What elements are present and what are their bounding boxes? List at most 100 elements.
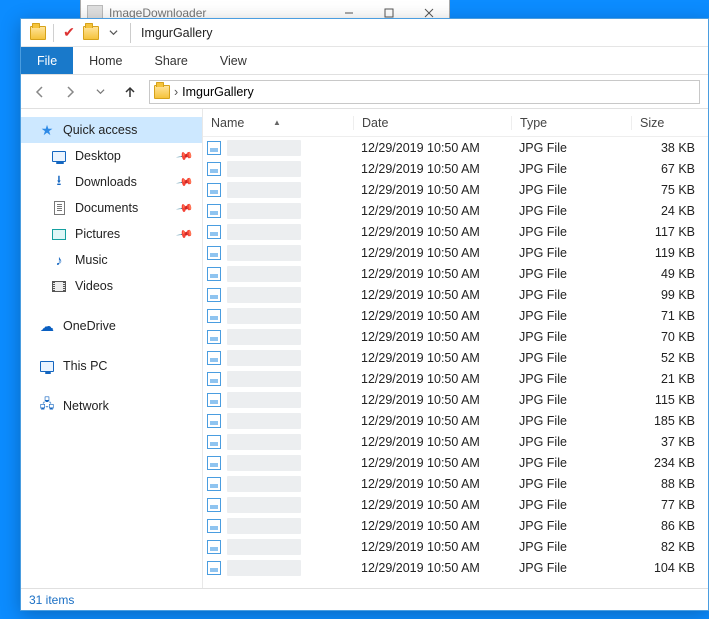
star-icon: ★ <box>39 122 55 138</box>
navigation-pane: ★ Quick access Desktop 📌 ⭳ Downloads 📌 D… <box>21 109 203 588</box>
file-rows: 12/29/2019 10:50 AMJPG File38 KB12/29/20… <box>203 137 708 588</box>
nav-label: Pictures <box>75 227 120 241</box>
file-size: 234 KB <box>631 456 701 470</box>
table-row[interactable]: 12/29/2019 10:50 AMJPG File49 KB <box>203 263 708 284</box>
qat-properties-icon[interactable]: ✔ <box>58 22 80 44</box>
qat-newfolder-icon[interactable] <box>80 22 102 44</box>
jpg-file-icon <box>207 414 221 428</box>
forward-button[interactable] <box>59 81 81 103</box>
qat-customize-icon[interactable] <box>102 22 124 44</box>
nav-music[interactable]: ♪ Music <box>21 247 202 273</box>
file-size: 104 KB <box>631 561 701 575</box>
file-size: 117 KB <box>631 225 701 239</box>
nav-documents[interactable]: Documents 📌 <box>21 195 202 221</box>
file-date: 12/29/2019 10:50 AM <box>353 267 511 281</box>
table-row[interactable]: 12/29/2019 10:50 AMJPG File38 KB <box>203 137 708 158</box>
column-name[interactable]: Name ▲ <box>203 116 353 130</box>
table-row[interactable]: 12/29/2019 10:50 AMJPG File71 KB <box>203 305 708 326</box>
tab-share[interactable]: Share <box>139 47 204 74</box>
file-type: JPG File <box>511 141 631 155</box>
address-bar[interactable]: › ImgurGallery <box>149 80 700 104</box>
file-date: 12/29/2019 10:50 AM <box>353 225 511 239</box>
breadcrumb-folder[interactable]: ImgurGallery <box>182 85 254 99</box>
column-type[interactable]: Type <box>511 116 631 130</box>
table-row[interactable]: 12/29/2019 10:50 AMJPG File119 KB <box>203 242 708 263</box>
nav-label: Documents <box>75 201 138 215</box>
chevron-right-icon[interactable]: › <box>174 85 178 99</box>
table-row[interactable]: 12/29/2019 10:50 AMJPG File117 KB <box>203 221 708 242</box>
qat-folder-icon[interactable] <box>27 22 49 44</box>
file-name-redacted <box>227 308 301 324</box>
file-date: 12/29/2019 10:50 AM <box>353 498 511 512</box>
file-size: 77 KB <box>631 498 701 512</box>
file-date: 12/29/2019 10:50 AM <box>353 204 511 218</box>
table-row[interactable]: 12/29/2019 10:50 AMJPG File88 KB <box>203 473 708 494</box>
file-name-redacted <box>227 203 301 219</box>
pin-icon: 📌 <box>176 173 195 192</box>
table-row[interactable]: 12/29/2019 10:50 AMJPG File185 KB <box>203 410 708 431</box>
nav-desktop[interactable]: Desktop 📌 <box>21 143 202 169</box>
table-row[interactable]: 12/29/2019 10:50 AMJPG File21 KB <box>203 368 708 389</box>
nav-videos[interactable]: Videos <box>21 273 202 299</box>
nav-label: OneDrive <box>63 319 116 333</box>
file-size: 99 KB <box>631 288 701 302</box>
ribbon-tabs: File Home Share View <box>21 47 708 75</box>
pin-icon: 📌 <box>176 199 195 218</box>
file-size: 86 KB <box>631 519 701 533</box>
table-row[interactable]: 12/29/2019 10:50 AMJPG File77 KB <box>203 494 708 515</box>
file-name-redacted <box>227 245 301 261</box>
table-row[interactable]: 12/29/2019 10:50 AMJPG File82 KB <box>203 536 708 557</box>
file-name-redacted <box>227 266 301 282</box>
tab-home[interactable]: Home <box>73 47 138 74</box>
nav-onedrive[interactable]: ☁ OneDrive <box>21 313 202 339</box>
file-type: JPG File <box>511 309 631 323</box>
nav-quick-access[interactable]: ★ Quick access <box>21 117 202 143</box>
table-row[interactable]: 12/29/2019 10:50 AMJPG File67 KB <box>203 158 708 179</box>
table-row[interactable]: 12/29/2019 10:50 AMJPG File86 KB <box>203 515 708 536</box>
jpg-file-icon <box>207 498 221 512</box>
file-date: 12/29/2019 10:50 AM <box>353 351 511 365</box>
column-date[interactable]: Date <box>353 116 511 130</box>
nav-downloads[interactable]: ⭳ Downloads 📌 <box>21 169 202 195</box>
file-type: JPG File <box>511 393 631 407</box>
jpg-file-icon <box>207 351 221 365</box>
explorer-window: ✔ ImgurGallery File Home Share View › Im… <box>20 18 709 611</box>
jpg-file-icon <box>207 540 221 554</box>
back-button[interactable] <box>29 81 51 103</box>
tab-file[interactable]: File <box>21 47 73 74</box>
status-item-count: 31 items <box>29 593 74 607</box>
nav-network[interactable]: 🖧 Network <box>21 393 202 419</box>
file-size: 37 KB <box>631 435 701 449</box>
up-button[interactable] <box>119 81 141 103</box>
file-size: 82 KB <box>631 540 701 554</box>
table-row[interactable]: 12/29/2019 10:50 AMJPG File115 KB <box>203 389 708 410</box>
table-row[interactable]: 12/29/2019 10:50 AMJPG File70 KB <box>203 326 708 347</box>
column-size[interactable]: Size <box>631 116 701 130</box>
file-type: JPG File <box>511 162 631 176</box>
titlebar[interactable]: ✔ ImgurGallery <box>21 19 708 47</box>
status-bar: 31 items <box>21 588 708 610</box>
table-row[interactable]: 12/29/2019 10:50 AMJPG File37 KB <box>203 431 708 452</box>
table-row[interactable]: 12/29/2019 10:50 AMJPG File99 KB <box>203 284 708 305</box>
nav-this-pc[interactable]: This PC <box>21 353 202 379</box>
file-type: JPG File <box>511 225 631 239</box>
tab-view[interactable]: View <box>204 47 263 74</box>
file-size: 21 KB <box>631 372 701 386</box>
file-size: 24 KB <box>631 204 701 218</box>
table-row[interactable]: 12/29/2019 10:50 AMJPG File24 KB <box>203 200 708 221</box>
table-row[interactable]: 12/29/2019 10:50 AMJPG File52 KB <box>203 347 708 368</box>
file-size: 115 KB <box>631 393 701 407</box>
table-row[interactable]: 12/29/2019 10:50 AMJPG File234 KB <box>203 452 708 473</box>
nav-pictures[interactable]: Pictures 📌 <box>21 221 202 247</box>
cloud-icon: ☁ <box>39 318 55 334</box>
file-size: 88 KB <box>631 477 701 491</box>
file-size: 75 KB <box>631 183 701 197</box>
jpg-file-icon <box>207 288 221 302</box>
recent-locations-button[interactable] <box>89 81 111 103</box>
file-type: JPG File <box>511 351 631 365</box>
file-date: 12/29/2019 10:50 AM <box>353 519 511 533</box>
network-icon: 🖧 <box>39 398 55 414</box>
file-type: JPG File <box>511 477 631 491</box>
table-row[interactable]: 12/29/2019 10:50 AMJPG File75 KB <box>203 179 708 200</box>
table-row[interactable]: 12/29/2019 10:50 AMJPG File104 KB <box>203 557 708 578</box>
